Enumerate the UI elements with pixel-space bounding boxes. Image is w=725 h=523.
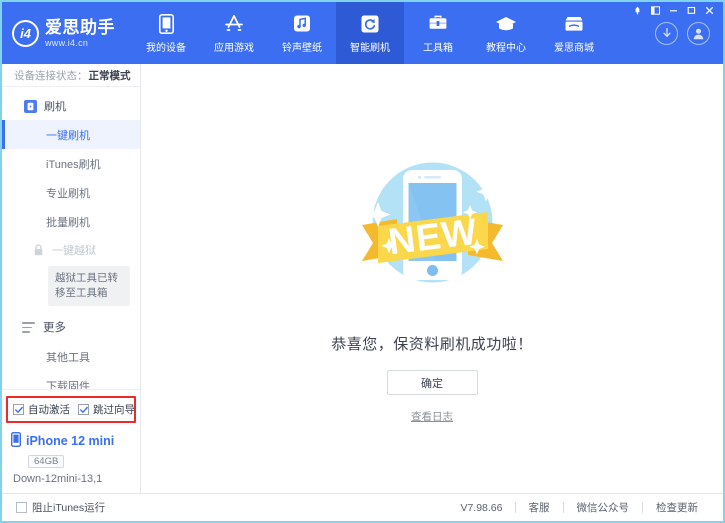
appstore-icon [223, 13, 245, 35]
music-icon [291, 13, 313, 35]
device-name-row: iPhone 12 mini [11, 432, 140, 450]
tab-ringtones-wallpapers[interactable]: 铃声壁纸 [268, 2, 336, 64]
sidebar-item-label: 专业刷机 [46, 185, 90, 201]
logo-mark-icon: i4 [12, 20, 39, 47]
sidebar-item-itunes-flash[interactable]: iTunes刷机 [2, 149, 140, 178]
sidebar-item-one-key-flash[interactable]: 一键刷机 [2, 120, 140, 149]
connected-device[interactable]: iPhone 12 mini 64GB Down-12mini-13,1 [2, 427, 140, 493]
success-message: 恭喜您，保资料刷机成功啦！ [331, 333, 533, 354]
sidebar-item-jailbreak: 一键越狱 [2, 236, 140, 264]
version-label: V7.98.66 [447, 502, 514, 514]
skin-icon[interactable] [630, 4, 645, 17]
sidebar-item-pro-flash[interactable]: 专业刷机 [2, 178, 140, 207]
checkbox-unchecked-icon [16, 502, 27, 513]
options-row: 自动激活 跳过向导 [6, 396, 136, 423]
view-log-link[interactable]: 查看日志 [411, 409, 453, 424]
tab-label: 教程中心 [486, 39, 526, 54]
tab-my-device[interactable]: 我的设备 [132, 2, 200, 64]
toolbox-icon [427, 13, 449, 35]
confirm-button[interactable]: 确定 [387, 370, 478, 395]
sidebar-item-label: 批量刷机 [46, 214, 90, 230]
customer-service-link[interactable]: 客服 [516, 500, 563, 515]
menu-icon[interactable] [648, 4, 663, 17]
device-capacity-badge: 64GB [28, 455, 64, 468]
status-bar: 阻止iTunes运行 V7.98.66 客服 微信公众号 检查更新 [2, 493, 723, 521]
jailbreak-tooltip: 越狱工具已转移至工具箱 [48, 266, 130, 306]
new-badge-illustration: NEW [340, 130, 525, 315]
logo-title: 爱思助手 [45, 19, 115, 36]
download-icon[interactable] [655, 22, 678, 45]
sidebar-item-label: iTunes刷机 [46, 156, 101, 172]
maximize-button[interactable] [684, 4, 699, 17]
sidebar-item-label: 一键越狱 [52, 242, 96, 258]
user-account-icon[interactable] [687, 22, 710, 45]
wechat-official-link[interactable]: 微信公众号 [564, 500, 643, 515]
sidebar-group-label: 更多 [43, 319, 66, 335]
tab-apps-games[interactable]: 应用游戏 [200, 2, 268, 64]
connection-status-label: 设备连接状态： [14, 68, 88, 83]
tab-store[interactable]: 爱思商城 [540, 2, 608, 64]
app-logo: i4 爱思助手 www.i4.cn [2, 2, 132, 64]
sidebar-group-more: 更多 [2, 312, 140, 342]
main-navigation: 我的设备 应用游戏 铃声壁纸 智能刷机 [132, 2, 608, 64]
tab-label: 我的设备 [146, 39, 186, 54]
sidebar-nav: 刷机 一键刷机 iTunes刷机 专业刷机 批量刷机 [2, 87, 140, 389]
tab-tutorial-center[interactable]: 教程中心 [472, 2, 540, 64]
sidebar-item-download-firmware[interactable]: 下载固件 [2, 371, 140, 389]
refresh-icon [359, 13, 381, 35]
close-button[interactable] [702, 4, 717, 17]
device-identifier: Down-12mini-13,1 [13, 473, 140, 485]
tab-label: 应用游戏 [214, 39, 254, 54]
tab-label: 铃声壁纸 [282, 39, 322, 54]
tab-smart-flash[interactable]: 智能刷机 [336, 2, 404, 64]
flash-icon [24, 100, 37, 113]
sidebar-item-label: 一键刷机 [46, 127, 90, 143]
phone-icon [155, 13, 177, 35]
app-header: i4 爱思助手 www.i4.cn 我的设备 应用游戏 [2, 2, 723, 64]
app-body: 设备连接状态： 正常模式 刷机 一键刷机 iTunes刷机 专业刷机 [2, 64, 723, 493]
main-content: NEW 恭喜您，保资料刷机成功啦！ 确定 查看日志 [141, 64, 723, 493]
tab-label: 爱思商城 [554, 39, 594, 54]
sidebar-item-batch-flash[interactable]: 批量刷机 [2, 207, 140, 236]
sidebar-item-other-tools[interactable]: 其他工具 [2, 342, 140, 371]
connection-status-value: 正常模式 [89, 68, 131, 83]
store-icon [563, 13, 585, 35]
checkbox-block-itunes[interactable]: 阻止iTunes运行 [16, 500, 105, 515]
lock-icon [32, 244, 45, 257]
status-bar-actions: V7.98.66 客服 微信公众号 检查更新 [447, 500, 711, 515]
list-icon [22, 322, 35, 332]
sidebar: 设备连接状态： 正常模式 刷机 一键刷机 iTunes刷机 专业刷机 [2, 64, 141, 493]
graduation-cap-icon [495, 13, 517, 35]
checkbox-label: 跳过向导 [93, 402, 135, 417]
checkbox-label: 自动激活 [28, 402, 70, 417]
check-update-link[interactable]: 检查更新 [643, 500, 711, 515]
sidebar-group-flash: 刷机 [2, 92, 140, 120]
minimize-button[interactable] [666, 4, 681, 17]
sidebar-group-label: 刷机 [44, 98, 66, 114]
checkbox-label: 阻止iTunes运行 [32, 500, 105, 515]
window-controls [630, 4, 717, 17]
sidebar-footer: 自动激活 跳过向导 [2, 389, 140, 493]
connection-status: 设备连接状态： 正常模式 [2, 64, 140, 87]
logo-url: www.i4.cn [45, 39, 115, 48]
checkbox-tick-icon [13, 404, 24, 415]
tab-label: 工具箱 [423, 39, 453, 54]
options-highlight-box: 自动激活 跳过向导 [2, 389, 140, 427]
app-window: i4 爱思助手 www.i4.cn 我的设备 应用游戏 [0, 0, 725, 523]
tab-label: 智能刷机 [350, 39, 390, 54]
device-name-label: iPhone 12 mini [26, 434, 114, 448]
checkbox-skip-wizard[interactable]: 跳过向导 [78, 402, 135, 417]
checkbox-auto-activate[interactable]: 自动激活 [13, 402, 70, 417]
checkbox-tick-icon [78, 404, 89, 415]
sidebar-item-label: 其他工具 [46, 349, 90, 365]
tab-toolbox[interactable]: 工具箱 [404, 2, 472, 64]
device-phone-icon [11, 432, 21, 450]
sidebar-item-label: 下载固件 [46, 378, 90, 389]
